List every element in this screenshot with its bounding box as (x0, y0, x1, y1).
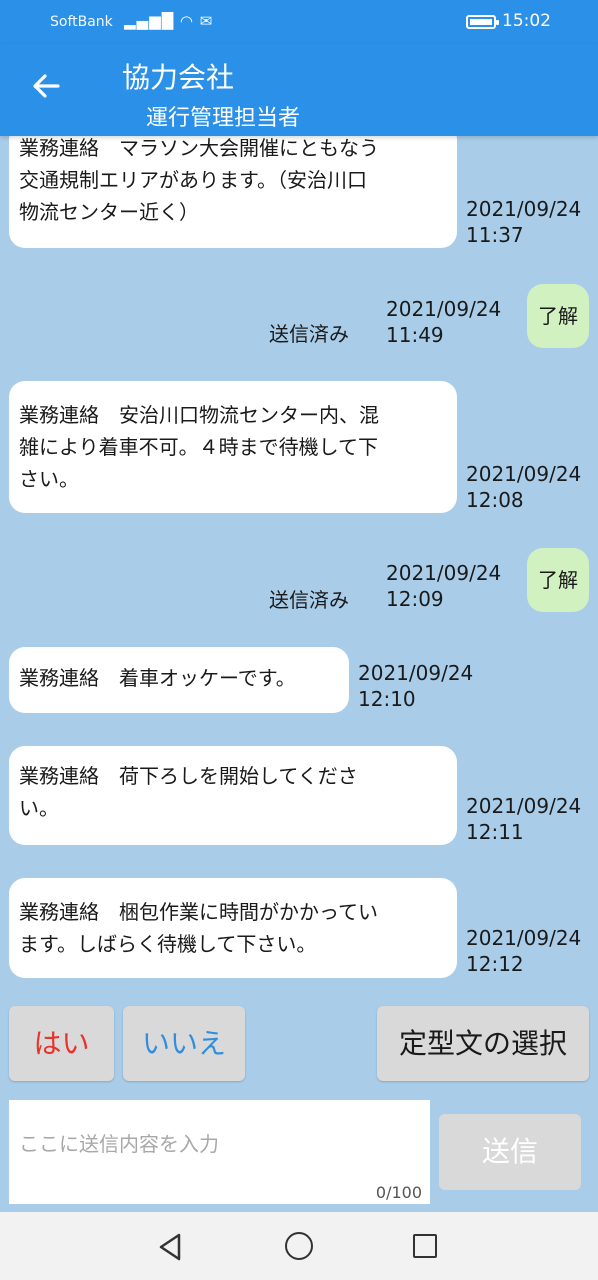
character-counter: 0/100 (375, 1183, 422, 1202)
message-input[interactable]: ここに送信内容を入力 0/100 (9, 1100, 430, 1204)
message-timestamp: 2021/09/24 11:49 (386, 296, 501, 348)
message-bubble: 業務連絡 着車オッケーです。 (9, 647, 349, 713)
nav-home-icon[interactable] (285, 1232, 313, 1260)
message-bubble: 業務連絡 マラソン大会開催にともなう 交通規制エリアがあります。（安治川口 物流… (9, 136, 457, 248)
nav-back-icon[interactable] (157, 1232, 185, 1266)
timestamp-time: 11:49 (386, 323, 444, 347)
timestamp-date: 2021/09/24 (466, 462, 582, 486)
app-bar: 協力会社 運行管理担当者 (0, 44, 598, 136)
yes-button[interactable]: はい (9, 1006, 114, 1081)
battery-icon (466, 15, 499, 29)
message-input-placeholder: ここに送信内容を入力 (19, 1132, 219, 1156)
message-timestamp: 2021/09/24 12:11 (466, 793, 581, 845)
signal-wifi-icons: ▂▄▆█ ◠ ✉ (124, 12, 214, 30)
send-button[interactable]: 送信 (439, 1114, 581, 1190)
reply-bubble: 了解 (527, 548, 589, 612)
timestamp-date: 2021/09/24 (466, 926, 582, 950)
message-timestamp: 2021/09/24 12:09 (386, 560, 501, 612)
timestamp-time: 12:12 (466, 952, 524, 976)
status-bar: SoftBank ▂▄▆█ ◠ ✉ 15:02 (0, 0, 598, 44)
page-title: 協力会社 (122, 61, 235, 94)
timestamp-time: 12:11 (466, 820, 524, 844)
sent-status-label: 送信済み (269, 588, 349, 612)
timestamp-time: 12:09 (386, 587, 444, 611)
timestamp-date: 2021/09/24 (466, 197, 582, 221)
message-timestamp: 2021/09/24 12:12 (466, 925, 581, 977)
back-arrow-icon[interactable] (24, 68, 68, 112)
template-select-button[interactable]: 定型文の選択 (377, 1006, 589, 1081)
message-bubble: 業務連絡 梱包作業に時間がかかってい ます。しばらく待機して下さい。 (9, 878, 457, 978)
timestamp-date: 2021/09/24 (358, 661, 474, 685)
sent-status-label: 送信済み (269, 322, 349, 346)
timestamp-date: 2021/09/24 (386, 561, 502, 585)
reply-bubble: 了解 (527, 284, 589, 348)
timestamp-time: 11:37 (466, 223, 524, 247)
message-bubble: 業務連絡 荷下ろしを開始してくださ い。 (9, 746, 457, 845)
timestamp-date: 2021/09/24 (386, 297, 502, 321)
no-button[interactable]: いいえ (123, 1006, 245, 1081)
page-subtitle: 運行管理担当者 (146, 106, 301, 131)
timestamp-time: 12:08 (466, 488, 524, 512)
message-timestamp: 2021/09/24 12:10 (358, 660, 473, 712)
system-nav-bar (0, 1212, 598, 1280)
nav-recents-icon[interactable] (413, 1234, 437, 1258)
message-timestamp: 2021/09/24 11:37 (466, 196, 581, 248)
status-time: 15:02 (502, 11, 551, 31)
message-timestamp: 2021/09/24 12:08 (466, 461, 581, 513)
message-bubble: 業務連絡 安治川口物流センター内、混 雑により着車不可。４時まで待機して下 さい… (9, 381, 457, 513)
timestamp-time: 12:10 (358, 687, 416, 711)
carrier-label: SoftBank (50, 14, 113, 30)
message-list[interactable]: 業務連絡 マラソン大会開催にともなう 交通規制エリアがあります。（安治川口 物流… (0, 136, 598, 998)
timestamp-date: 2021/09/24 (466, 794, 582, 818)
